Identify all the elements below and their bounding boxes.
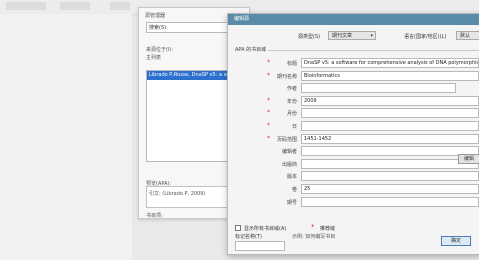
field-input[interactable]: 1451-1452 bbox=[301, 134, 479, 144]
source-type-label: 源类型(S) bbox=[298, 34, 321, 40]
preview-citation: 引文: (Librado P, 2009) bbox=[149, 191, 206, 197]
field-input[interactable] bbox=[301, 146, 479, 156]
document-area bbox=[0, 14, 132, 260]
language-select[interactable]: 默认 bbox=[456, 31, 479, 40]
field-row: * 月份 bbox=[228, 108, 479, 118]
edit-author-button[interactable]: 编辑 bbox=[458, 154, 479, 164]
field-row: * 标题 DnaSP v5: a software for comprehensiv… bbox=[228, 58, 479, 68]
dialog-title: 编辑源 bbox=[234, 16, 250, 22]
field-input[interactable]: DnaSP v5: a software for comprehensive a… bbox=[301, 58, 479, 68]
required-marker-icon: * bbox=[267, 97, 270, 104]
toolbar-segment bbox=[6, 2, 46, 10]
field-row: * 年份 2009 bbox=[228, 96, 479, 106]
dialog-title-bar: 编辑源 bbox=[228, 14, 479, 25]
field-label: 出版商 bbox=[281, 162, 297, 168]
field-input[interactable]: 2009 bbox=[301, 96, 479, 106]
field-label: 作者 bbox=[286, 86, 297, 92]
show-all-checkbox[interactable] bbox=[235, 225, 241, 231]
field-label: 年份 bbox=[286, 99, 297, 105]
field-label: 卷 bbox=[291, 187, 297, 193]
field-row: 作者 bbox=[228, 83, 479, 93]
field-row: 期号 bbox=[228, 197, 479, 207]
master-list-label: 主列表 bbox=[146, 55, 162, 61]
field-label: 编辑者 bbox=[281, 149, 297, 155]
field-row: * 日 bbox=[228, 121, 479, 131]
field-label: 期号 bbox=[286, 200, 297, 206]
required-marker-icon: * bbox=[311, 223, 315, 231]
tag-name-label: 标记名称(T) bbox=[235, 234, 262, 240]
field-row: 卷 25 bbox=[228, 184, 479, 194]
required-marker-icon: * bbox=[267, 135, 270, 142]
field-row: 编辑者 bbox=[228, 146, 479, 156]
field-label: 日 bbox=[291, 124, 297, 130]
show-all-label: 显示所有书目域(A) bbox=[244, 226, 287, 232]
field-input[interactable]: 25 bbox=[301, 184, 479, 194]
source-type-value: 期刊文章 bbox=[332, 33, 353, 39]
field-input[interactable]: Bioinformatics bbox=[301, 71, 479, 81]
required-marker-icon: * bbox=[267, 109, 270, 116]
field-input[interactable] bbox=[301, 197, 479, 207]
field-input[interactable] bbox=[301, 171, 479, 181]
field-input[interactable] bbox=[301, 83, 456, 93]
preview-bib-label: 书目项: bbox=[146, 213, 163, 219]
search-label: 搜索(S): bbox=[149, 25, 168, 31]
field-input[interactable] bbox=[301, 159, 479, 169]
chevron-down-icon: ▾ bbox=[370, 33, 373, 39]
field-row: 出版商 bbox=[228, 159, 479, 169]
field-row: * 页码范围 1451-1452 bbox=[228, 134, 479, 144]
required-marker-icon: * bbox=[267, 59, 270, 66]
source-type-select[interactable]: 期刊文章 ▾ bbox=[328, 31, 376, 40]
toolbar-segment bbox=[110, 2, 130, 10]
field-input[interactable] bbox=[301, 108, 479, 118]
field-label: 版本 bbox=[286, 174, 297, 180]
available-sources-label: 来源位于(I): bbox=[146, 47, 174, 53]
recommended-label: 推荐域 bbox=[320, 226, 336, 232]
required-marker-icon: * bbox=[267, 72, 270, 79]
field-label: 月份 bbox=[286, 111, 297, 117]
example-label: 示例: 如何编写书目 bbox=[292, 234, 336, 240]
source-manager-title: 源管理器 bbox=[145, 13, 166, 19]
field-label: 页码范围 bbox=[276, 137, 297, 143]
field-label: 标题 bbox=[286, 61, 297, 67]
required-marker-icon: * bbox=[267, 122, 270, 129]
field-row: * 期刊名称 Bioinformatics bbox=[228, 71, 479, 81]
group-title: APA 的书目域 bbox=[233, 46, 269, 53]
toolbar-segment bbox=[60, 2, 90, 10]
tag-name-input[interactable] bbox=[235, 241, 285, 251]
ok-button[interactable]: 确定 bbox=[441, 236, 471, 246]
language-label: 语言(国家/地区)(L) bbox=[404, 34, 447, 40]
field-row: 版本 bbox=[228, 171, 479, 181]
field-label: 期刊名称 bbox=[276, 74, 297, 80]
edit-source-dialog: 编辑源 源类型(S) 期刊文章 ▾ 语言(国家/地区)(L) 默认 APA 的书… bbox=[227, 13, 479, 255]
field-input[interactable] bbox=[301, 121, 479, 131]
language-value: 默认 bbox=[460, 33, 471, 39]
